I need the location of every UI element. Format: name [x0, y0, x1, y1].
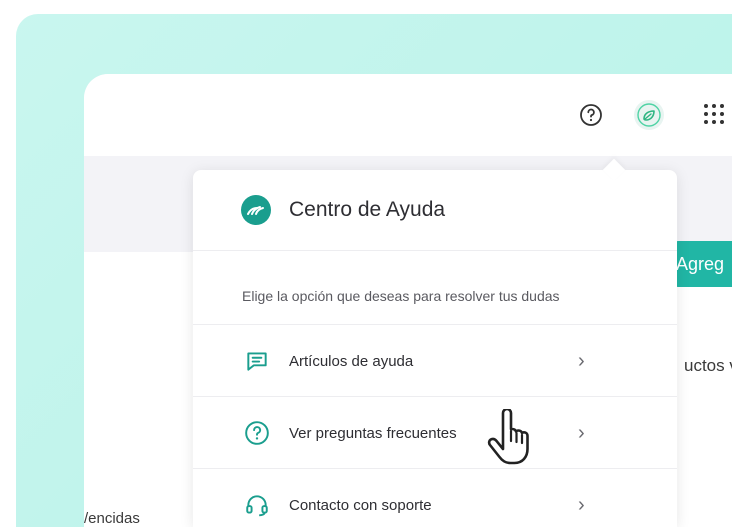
- chevron-right-icon: ›: [578, 349, 585, 372]
- popover-header: Centro de Ayuda: [193, 170, 677, 251]
- top-bar: [84, 74, 732, 156]
- content-left-panel: [84, 252, 204, 527]
- help-button[interactable]: [577, 101, 605, 129]
- menu-item-faq[interactable]: Ver preguntas frecuentes ›: [193, 396, 677, 469]
- leaf-icon: [637, 103, 661, 127]
- popover-subtitle: Elige la opción que deseas para resolver…: [242, 288, 560, 304]
- popover-title: Centro de Ayuda: [289, 198, 446, 221]
- brand-leaf-icon: [247, 206, 264, 215]
- chevron-right-icon: ›: [578, 493, 585, 516]
- hand-pointer-cursor-icon: [487, 409, 529, 465]
- products-text: uctos v: [684, 356, 732, 375]
- menu-item-label: Contacto con soporte: [289, 496, 432, 514]
- chevron-right-icon: ›: [578, 421, 585, 444]
- add-button[interactable]: Agreg: [674, 241, 732, 287]
- app-window: Agreg uctos v /encidas Centro de Ayuda E…: [84, 74, 732, 527]
- expired-text: /encidas: [84, 510, 140, 527]
- menu-item-label: Artículos de ayuda: [289, 352, 414, 370]
- message-square-icon: [243, 347, 271, 375]
- menu-item-label: Ver preguntas frecuentes: [289, 424, 457, 442]
- headset-icon: [243, 491, 271, 519]
- profile-button[interactable]: [634, 100, 664, 130]
- menu-item-help-articles[interactable]: Artículos de ayuda ›: [193, 324, 677, 397]
- grid-dots-icon: [704, 104, 724, 124]
- brand-logo: [241, 195, 271, 225]
- question-circle-icon: [580, 104, 602, 126]
- apps-button[interactable]: [702, 102, 726, 131]
- question-circle-icon: [243, 419, 271, 447]
- help-center-popover: Centro de Ayuda Elige la opción que dese…: [193, 158, 677, 527]
- menu-item-contact-support[interactable]: Contacto con soporte ›: [193, 468, 677, 527]
